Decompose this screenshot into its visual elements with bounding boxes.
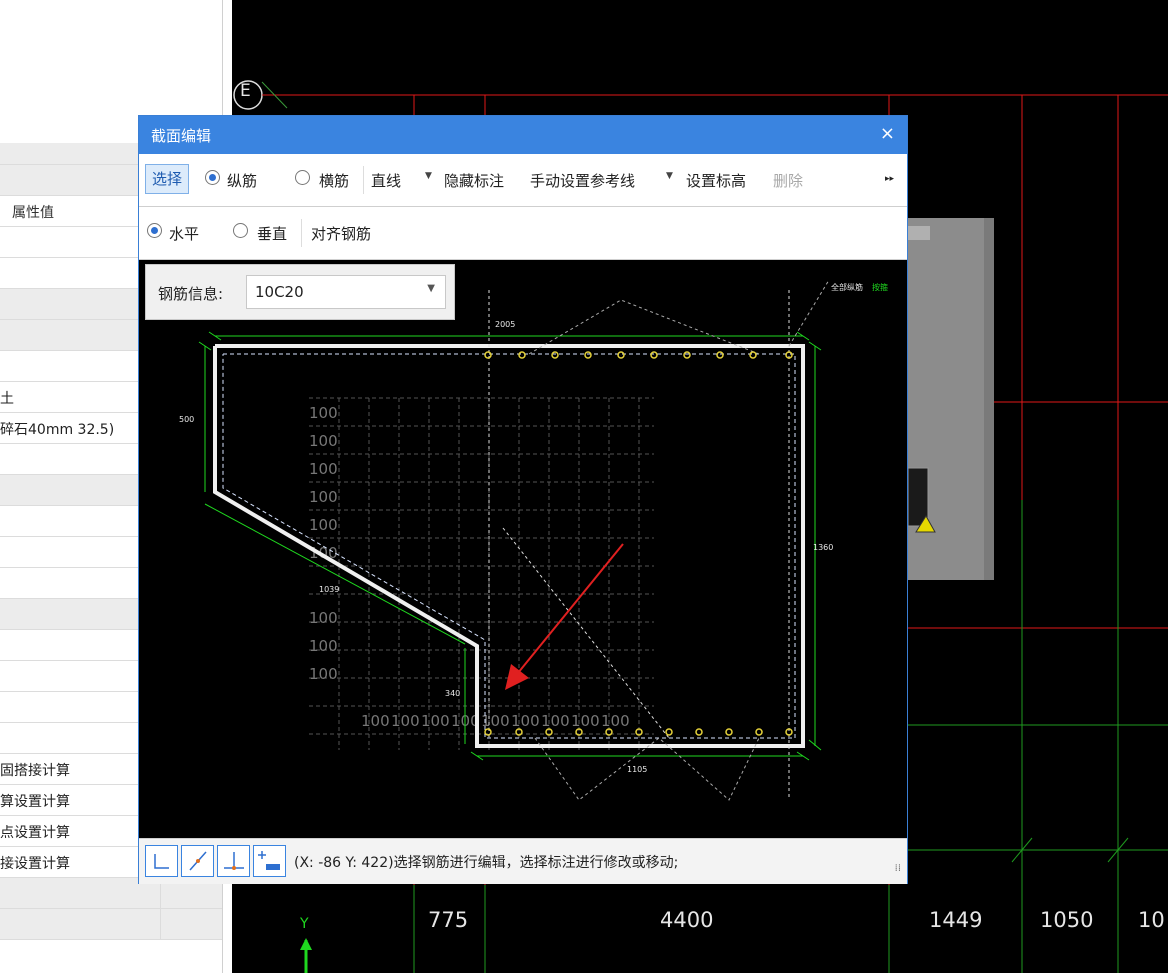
- midpoint-icon: [189, 851, 207, 871]
- dim-slant: 1039: [319, 585, 339, 594]
- dimension-text: 775: [428, 908, 469, 932]
- svg-text:100: 100: [309, 488, 338, 506]
- prop-value: 接设置计算: [0, 856, 70, 872]
- direction-toolbar: 水平 垂直 对齐钢筋: [139, 207, 907, 260]
- set-elevation-button[interactable]: 设置标高: [686, 170, 746, 191]
- corner-label-green: 按箍: [872, 282, 888, 292]
- prop-value: 固搭接计算: [0, 763, 70, 779]
- svg-text:100: 100: [309, 516, 338, 534]
- dialog-title: 截面编辑: [151, 127, 212, 145]
- dim-top: 2005: [495, 320, 515, 329]
- prop-value: 碎石40mm 32.5): [0, 422, 115, 438]
- resize-grip-icon[interactable]: ⁞⁞: [895, 863, 901, 874]
- column-detail: [908, 226, 930, 240]
- select-button[interactable]: 选择: [145, 164, 189, 194]
- property-value-header: 属性值: [12, 205, 54, 221]
- orthogonal-icon: [154, 854, 169, 869]
- ref-line-button[interactable]: 手动设置参考线: [530, 170, 635, 191]
- add-point-button[interactable]: [253, 845, 286, 877]
- dimension-text: 1449: [929, 908, 983, 932]
- rebar-info-select[interactable]: 10C20 ▼: [246, 275, 446, 309]
- dimension-lines: [198, 331, 822, 761]
- transverse-radio[interactable]: [295, 170, 310, 185]
- perpendicular-icon: [224, 852, 244, 870]
- grid-labels: 100100100 100100100 100100100 100 100 100 …: [309, 404, 630, 730]
- y-axis-label: Y: [300, 916, 309, 932]
- pointer-arrow-icon: [505, 664, 529, 690]
- prop-value: 土: [0, 391, 14, 407]
- prop-value: 点设置计算: [0, 825, 70, 841]
- overflow-icon[interactable]: ▸▸: [885, 174, 894, 184]
- svg-text:100: 100: [541, 712, 570, 730]
- corner-label: 全部纵筋: [831, 282, 863, 292]
- status-bar: (X: -86 Y: 422)选择钢筋进行编辑，选择标注进行修改或移动; ⁞⁞: [139, 838, 907, 884]
- horizontal-label[interactable]: 水平: [169, 223, 199, 244]
- delete-button[interactable]: 删除: [773, 170, 803, 191]
- prop-value: 算设置计算: [0, 794, 70, 810]
- section-canvas[interactable]: 100 100 100 100 100 100 100 100 100 100 100 100 …: [139, 260, 907, 838]
- pointer-arrow: [508, 543, 624, 685]
- vertical-radio[interactable]: [233, 223, 248, 238]
- dropdown-arrow-icon[interactable]: ▼: [666, 171, 673, 181]
- horizontal-radio[interactable]: [147, 223, 162, 238]
- svg-text:100: 100: [571, 712, 600, 730]
- rebar-info-value: 10C20: [255, 283, 304, 301]
- svg-text:100: 100: [421, 712, 450, 730]
- status-text: (X: -86 Y: 422)选择钢筋进行编辑，选择标注进行修改或移动;: [294, 855, 679, 871]
- add-point-icon: [258, 851, 280, 870]
- svg-text:100: 100: [361, 712, 390, 730]
- svg-text:100: 100: [309, 609, 338, 627]
- rebar-info-label: 钢筋信息:: [158, 285, 224, 303]
- cell-divider: [160, 909, 161, 939]
- hide-dimension-button[interactable]: 隐藏标注: [444, 170, 504, 191]
- dim-left: 500: [179, 415, 194, 424]
- line-type-dropdown[interactable]: 直线: [371, 170, 401, 191]
- axis-label: E: [240, 81, 251, 101]
- toolbar-separator: [363, 166, 364, 194]
- transverse-label[interactable]: 横筋: [319, 170, 349, 191]
- longitudinal-label[interactable]: 纵筋: [227, 170, 257, 191]
- section-edit-dialog: 截面编辑 × 选择 纵筋 横筋 直线 ▼ 隐藏标注 手动设置参考线 ▼ 设置标高…: [138, 115, 908, 884]
- align-rebar-button[interactable]: 对齐钢筋: [311, 223, 371, 244]
- dimension-text: 10: [1138, 908, 1165, 932]
- longitudinal-radio[interactable]: [205, 170, 220, 185]
- chevron-down-icon[interactable]: ▼: [427, 283, 435, 294]
- edit-toolbar: 选择 纵筋 横筋 直线 ▼ 隐藏标注 手动设置参考线 ▼ 设置标高 删除 ▸▸: [139, 154, 907, 207]
- dialog-titlebar[interactable]: 截面编辑 ×: [139, 116, 907, 154]
- dropdown-arrow-icon[interactable]: ▼: [425, 171, 432, 181]
- toolbar-separator: [301, 219, 302, 247]
- orthogonal-snap-button[interactable]: [145, 845, 178, 877]
- svg-text:100: 100: [511, 712, 540, 730]
- prop-group-row: [0, 909, 222, 940]
- section-drawing: 100100100 100100100 100100100 100 100 100 …: [179, 279, 888, 801]
- svg-text:100: 100: [391, 712, 420, 730]
- dim-right: 1360: [813, 543, 833, 552]
- grid-lines: [309, 397, 654, 750]
- dim-bottom: 1105: [627, 765, 647, 774]
- close-icon[interactable]: ×: [880, 123, 895, 144]
- dimension-text: 4400: [660, 908, 714, 932]
- dimension-text: 1050: [1040, 908, 1094, 932]
- dim-inner: 340: [445, 689, 460, 698]
- y-axis-arrow-icon: [300, 938, 312, 950]
- perpendicular-snap-button[interactable]: [217, 845, 250, 877]
- midpoint-snap-button[interactable]: [181, 845, 214, 877]
- svg-text:100: 100: [309, 637, 338, 655]
- svg-text:100: 100: [309, 665, 338, 683]
- svg-text:100: 100: [309, 432, 338, 450]
- svg-text:100: 100: [601, 712, 630, 730]
- rebar-info-panel: 钢筋信息: 10C20 ▼: [145, 264, 455, 320]
- vertical-label[interactable]: 垂直: [257, 223, 287, 244]
- dimension-labels: 2005 500 1360 1039 340 1105 全部纵筋 按箍: [179, 282, 888, 774]
- svg-text:100: 100: [309, 460, 338, 478]
- svg-text:100: 100: [309, 404, 338, 422]
